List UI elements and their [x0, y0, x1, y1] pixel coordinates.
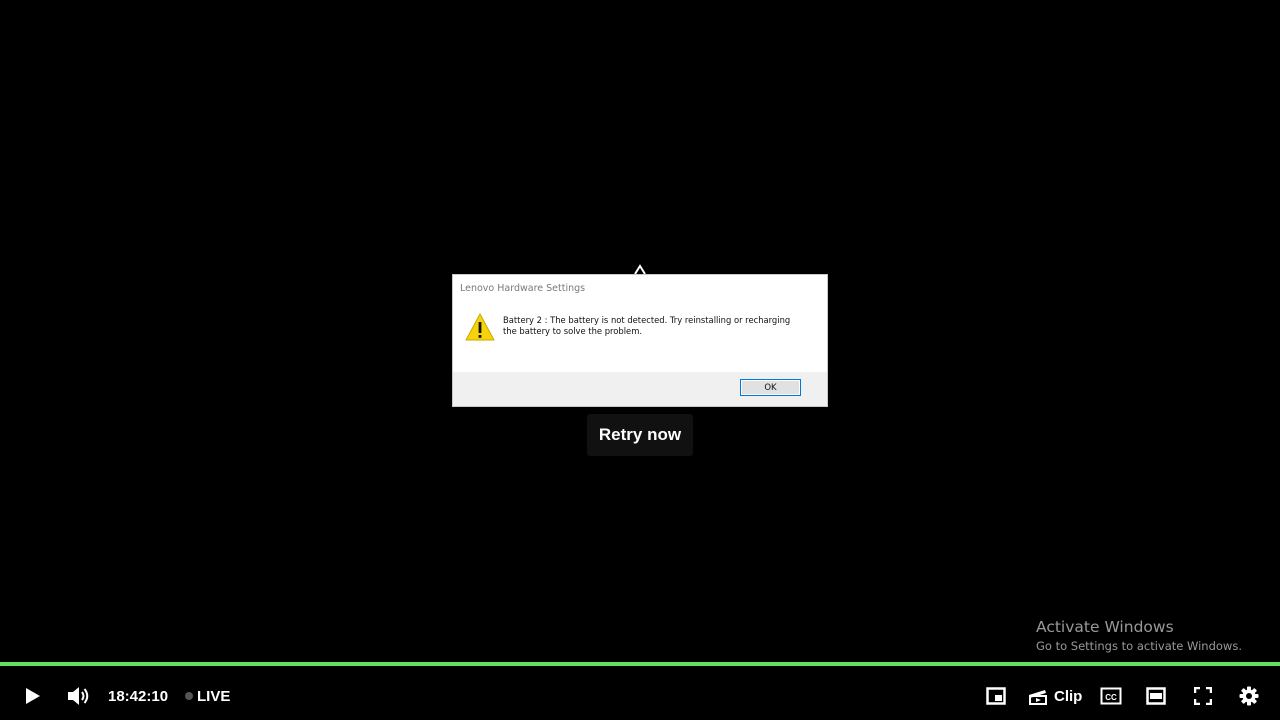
fullscreen-icon: [1194, 687, 1212, 705]
play-button[interactable]: [22, 672, 42, 720]
theater-icon: [1146, 687, 1166, 705]
live-label: LIVE: [197, 687, 231, 705]
retry-button[interactable]: Retry now: [587, 414, 693, 456]
settings-icon: [1239, 686, 1259, 706]
progress-bar[interactable]: [0, 662, 1280, 666]
dialog-message: Battery 2 : The battery is not detected.…: [503, 315, 791, 336]
live-dot: [185, 692, 193, 700]
play-icon: [26, 688, 40, 704]
miniplayer-button[interactable]: [986, 672, 1006, 720]
clip-icon: [1029, 690, 1047, 705]
svg-text:CC: CC: [1105, 693, 1117, 702]
error-dialog: Lenovo Hardware Settings Battery 2 : The…: [452, 274, 828, 407]
settings-button[interactable]: [1239, 672, 1259, 720]
control-bar: 18:42:10 LIVE Clip CC: [0, 672, 1280, 720]
cursor-mark-icon: [634, 264, 646, 274]
dialog-footer: OK: [453, 372, 827, 406]
activate-windows-watermark: Activate Windows Go to Settings to activ…: [1036, 617, 1242, 655]
current-time: 18:42:10: [108, 687, 169, 705]
volume-button[interactable]: [66, 672, 90, 720]
miniplayer-icon: [986, 687, 1006, 705]
captions-button[interactable]: CC: [1100, 672, 1122, 720]
captions-icon: CC: [1100, 687, 1122, 705]
clip-label: Clip: [1054, 687, 1083, 705]
live-indicator[interactable]: LIVE: [185, 672, 230, 720]
theater-mode-button[interactable]: [1146, 672, 1166, 720]
ok-button[interactable]: OK: [740, 379, 801, 396]
volume-icon: [68, 687, 89, 705]
clip-button[interactable]: Clip: [1028, 672, 1082, 720]
dialog-title: Lenovo Hardware Settings: [460, 283, 586, 294]
warning-icon: [465, 313, 495, 341]
watermark-title: Activate Windows: [1036, 618, 1174, 636]
video-player[interactable]: Lenovo Hardware Settings Battery 2 : The…: [0, 0, 1280, 720]
fullscreen-button[interactable]: [1194, 672, 1212, 720]
watermark-subtitle: Go to Settings to activate Windows.: [1036, 639, 1242, 653]
progress-fill: [0, 662, 1280, 666]
